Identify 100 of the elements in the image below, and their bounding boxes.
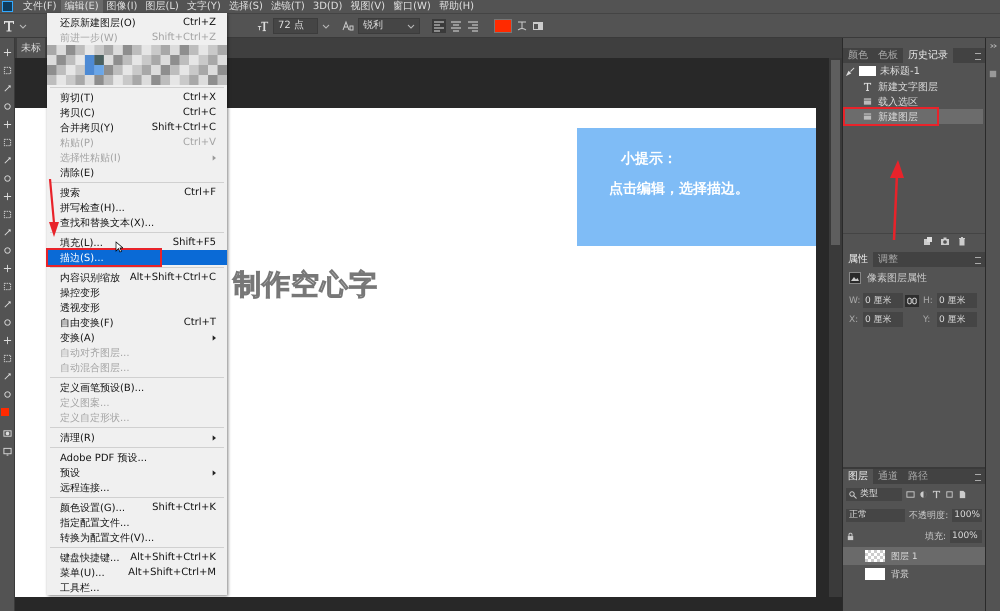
menu-item[interactable]: 操控变形 [47, 285, 227, 300]
menu-item[interactable]: 变换(A) [47, 330, 227, 345]
menu-title[interactable]: 文件(F) [19, 0, 61, 13]
panel-tab[interactable]: 属性 [843, 252, 873, 267]
antialias-dropdown[interactable]: 锐利 [358, 18, 420, 34]
menu-item[interactable]: 剪切(T) Ctrl+X [47, 90, 227, 105]
collapse-icon[interactable] [989, 42, 997, 50]
menu-title[interactable]: 3D(D) [308, 0, 346, 13]
menu-item[interactable]: 清除(E) [47, 165, 227, 180]
text-color-swatch[interactable] [494, 18, 512, 32]
fill-label: 填充: [924, 530, 946, 543]
layer-filter-dropdown[interactable]: 类型 [846, 488, 902, 501]
panel-tab[interactable]: 色板 [873, 48, 903, 63]
submenu-arrow-icon [212, 334, 216, 340]
menu-item[interactable]: 还原新建图层(O) Ctrl+Z [47, 15, 227, 30]
dimension-field[interactable]: 0 厘米 [863, 293, 903, 308]
panel-tab[interactable]: 颜色 [843, 48, 873, 63]
opacity-field[interactable]: 100% [952, 509, 982, 522]
menu-item[interactable]: 清理(R) [47, 430, 227, 445]
menu-item[interactable]: 工具栏... [47, 580, 227, 595]
camera-icon[interactable] [940, 236, 950, 246]
panel-tab[interactable]: 路径 [903, 469, 933, 484]
menu-title[interactable]: 窗口(W) [389, 0, 435, 13]
caret-icon[interactable] [19, 22, 27, 30]
align-right-icon[interactable] [466, 18, 480, 32]
layer-icon [863, 97, 872, 106]
link-icon[interactable] [905, 294, 919, 306]
panel-icon[interactable] [532, 20, 544, 32]
type-filter-icon[interactable] [932, 490, 941, 499]
layer-row[interactable]: 背景 [843, 565, 985, 583]
panel-tab[interactable]: 通道 [873, 469, 903, 484]
warp-text-icon[interactable] [516, 20, 528, 32]
menu-item[interactable]: 拷贝(C) Ctrl+C [47, 105, 227, 120]
history-step[interactable]: 新建图层 [843, 109, 983, 124]
snapshot-label[interactable]: 未标题-1 [880, 64, 920, 78]
font-size-field[interactable]: 72 点 [273, 18, 318, 34]
adjustment-filter-icon[interactable] [919, 490, 928, 499]
menu-item[interactable]: 描边(S)... [47, 250, 227, 265]
menu-item[interactable]: 查找和替换文本(X)... [47, 215, 227, 230]
menu-item[interactable]: 定义画笔预设(B)... [47, 380, 227, 395]
history-step[interactable]: 载入选区 [843, 94, 983, 109]
menu-item[interactable]: 转换为配置文件(V)... [47, 530, 227, 545]
type-tool-icon[interactable] [3, 20, 15, 32]
snapshot-thumbnail[interactable] [859, 66, 876, 76]
dimension-field[interactable]: 0 厘米 [937, 312, 977, 327]
fill-field[interactable]: 100% [950, 530, 982, 543]
blend-mode-dropdown[interactable]: 正常 [846, 509, 906, 522]
menu-item[interactable]: 颜色设置(G)... Shift+Ctrl+K [47, 500, 227, 515]
quick-mask-icon[interactable] [2, 429, 12, 438]
dimension-field[interactable]: 0 厘米 [937, 293, 977, 308]
menu-item[interactable]: 填充(L)... Shift+F5 [47, 235, 227, 250]
menu-title[interactable]: 视图(V) [346, 0, 390, 13]
menu-item[interactable]: 拼写检查(H)... [47, 200, 227, 215]
layer-row[interactable]: 图层 1 [843, 547, 985, 565]
panel-menu-icon[interactable] [975, 474, 981, 481]
rect-icon[interactable] [2, 354, 12, 363]
shape-filter-icon[interactable] [945, 490, 954, 499]
trash-icon[interactable] [957, 236, 967, 246]
menu-title[interactable]: 图像(I) [102, 0, 142, 13]
caret-icon[interactable] [407, 22, 415, 30]
menu-item[interactable]: 搜索 Ctrl+F [47, 185, 227, 200]
annotation-arrow [48, 179, 59, 237]
panel-icon[interactable] [989, 70, 997, 78]
dimension-field[interactable]: 0 厘米 [863, 312, 903, 327]
image-filter-icon[interactable] [906, 490, 915, 499]
panel-menu-icon[interactable] [975, 257, 981, 264]
menu-item[interactable]: 键盘快捷键... Alt+Shift+Ctrl+K [47, 550, 227, 565]
marquee-icon[interactable] [2, 66, 12, 75]
scrollbar-thumb[interactable] [831, 60, 840, 245]
properties-title: 像素图层属性 [867, 272, 927, 285]
screen-mode-icon[interactable] [2, 447, 12, 456]
menu-title[interactable]: 编辑(E) [60, 0, 103, 13]
lock-icon[interactable] [846, 532, 855, 541]
menu-title[interactable]: 选择(S) [224, 0, 267, 13]
smart-object-filter-icon[interactable] [958, 490, 967, 499]
caret-icon[interactable] [322, 22, 330, 30]
menu-item[interactable]: 合并拷贝(Y) Shift+Ctrl+C [47, 120, 227, 135]
menu-title[interactable]: 文字(Y) [182, 0, 225, 13]
menu-item[interactable]: 远程连接... [47, 480, 227, 495]
panel-menu-icon[interactable] [975, 53, 981, 60]
menu-title[interactable]: 图层(L) [141, 0, 183, 13]
menu-item[interactable]: 自由变换(F) Ctrl+T [47, 315, 227, 330]
menu-item[interactable]: 菜单(U)... Alt+Shift+Ctrl+M [47, 565, 227, 580]
panel-tab[interactable]: 历史记录 [903, 48, 953, 63]
align-left-icon[interactable] [432, 18, 446, 32]
align-center-icon[interactable] [449, 18, 463, 32]
menu-title[interactable]: 帮助(H) [434, 0, 478, 13]
menu-item[interactable]: 预设 [47, 465, 227, 480]
new-document-icon[interactable] [923, 236, 933, 246]
menu-item[interactable]: 指定配置文件... [47, 515, 227, 530]
menu-title[interactable]: 滤镜(T) [266, 0, 309, 13]
panel-tab[interactable]: 图层 [843, 469, 873, 484]
move-icon[interactable] [2, 48, 12, 57]
menu-item[interactable]: 内容识别缩放 Alt+Shift+Ctrl+C [47, 270, 227, 285]
app-logo-icon[interactable] [2, 1, 13, 12]
menu-item[interactable]: 透视变形 [47, 300, 227, 315]
document-tab[interactable]: 未标 [17, 38, 45, 58]
history-step[interactable]: 新建文字图层 [843, 79, 983, 94]
menu-item[interactable]: Adobe PDF 预设... [47, 450, 227, 465]
panel-tab[interactable]: 调整 [873, 252, 903, 267]
